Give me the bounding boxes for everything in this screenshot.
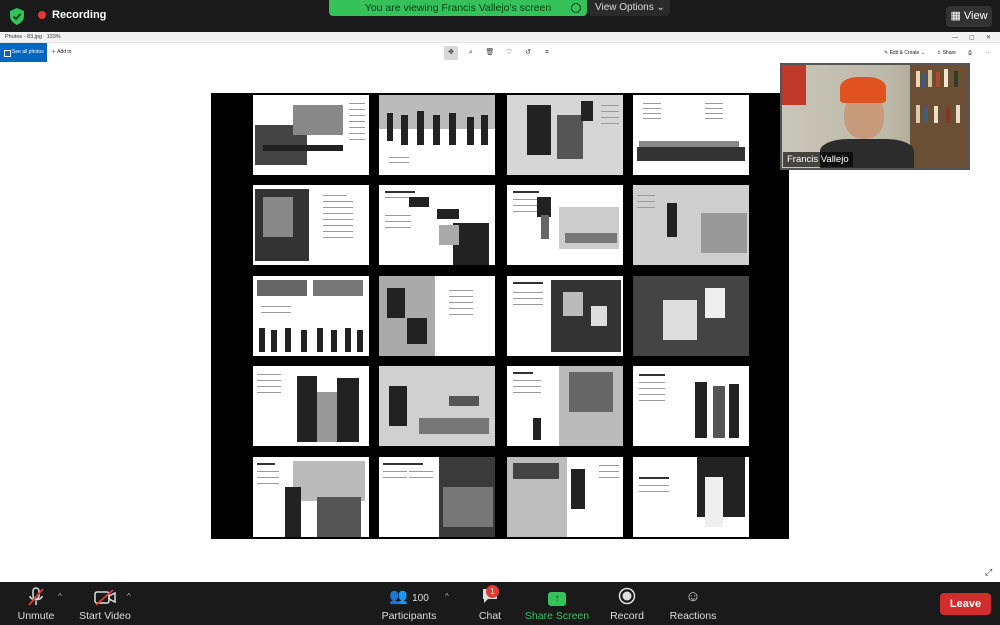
spread-thumbnail: [633, 95, 749, 175]
video-poster: [782, 65, 806, 105]
chevron-down-icon: ⌄: [919, 50, 925, 56]
magic-enhance-icon[interactable]: ✥: [444, 46, 458, 60]
view-button-label: View: [963, 10, 988, 22]
video-bookshelf: [910, 65, 968, 168]
spread-thumbnail: [379, 95, 495, 175]
zoom-top-bar: Recording You are viewing Francis Vallej…: [0, 0, 1000, 32]
participants-label: Participants: [381, 610, 437, 622]
unmute-button[interactable]: Unmute: [14, 587, 58, 622]
delete-icon[interactable]: 🗑: [483, 46, 497, 60]
participant-video-tile[interactable]: Francis Vallejo: [780, 63, 970, 170]
spread-thumbnail: [379, 457, 495, 537]
shield-icon[interactable]: [9, 8, 25, 25]
displayed-photo: [211, 93, 789, 539]
maximize-icon[interactable]: ▢: [969, 33, 975, 44]
spread-thumbnail: [633, 185, 749, 265]
view-button[interactable]: ▦ View: [946, 6, 992, 27]
see-all-photos-label: See all photos: [12, 49, 44, 55]
spread-thumbnail: [507, 276, 623, 356]
spread-thumbnail: [253, 276, 369, 356]
add-to-button[interactable]: ＋ Add to: [51, 43, 72, 62]
zoom-controls-bar: Unmute ^ Start Video ^ 👥 100 Participant…: [0, 582, 1000, 625]
spread-thumbnail: [253, 366, 369, 446]
chevron-down-icon: ⌄: [656, 2, 665, 13]
spread-thumbnail: [379, 366, 495, 446]
record-label: Record: [610, 610, 644, 622]
chat-button[interactable]: 1 Chat: [474, 585, 506, 622]
spread-thumbnail: [633, 276, 749, 356]
see-all-photos-button[interactable]: See all photos: [0, 43, 47, 62]
spread-thumbnail: [253, 95, 369, 175]
chat-bubble-icon: 1: [474, 585, 506, 607]
spread-thumbnail: [633, 366, 749, 446]
edit-create-button[interactable]: ✎ Edit & Create ⌄: [884, 46, 925, 60]
screen-share-banner: You are viewing Francis Vallejo's screen: [329, 0, 587, 16]
photos-title-bar: Photos - 83.jpg 133% — ▢ ✕: [0, 32, 1000, 43]
crop-icon[interactable]: ⌗: [540, 46, 554, 60]
record-button[interactable]: Record: [608, 587, 646, 622]
favorite-icon[interactable]: ♡: [502, 46, 516, 60]
view-options-label: View Options: [595, 2, 654, 13]
spread-thumbnail: [507, 185, 623, 265]
reactions-button[interactable]: ☺ Reactions: [666, 587, 720, 622]
audio-options-caret-icon[interactable]: ^: [58, 592, 62, 601]
unmute-label: Unmute: [17, 610, 55, 622]
participant-name-label: Francis Vallejo: [783, 152, 853, 167]
share-button[interactable]: ⇪ Share: [937, 46, 956, 60]
record-dot-icon: [38, 11, 46, 19]
chat-label: Chat: [478, 610, 502, 622]
participants-count: 100: [412, 593, 429, 604]
spread-thumbnail: [507, 457, 623, 537]
share-screen-button[interactable]: ↑ Share Screen: [524, 587, 590, 622]
add-to-label: Add to: [57, 49, 72, 55]
recording-indicator[interactable]: Recording: [38, 9, 106, 21]
spread-thumbnail: [379, 185, 495, 265]
share-banner-text: You are viewing Francis Vallejo's screen: [364, 2, 552, 14]
window-title: Photos - 83.jpg: [5, 34, 42, 40]
status-circle-icon: [571, 3, 581, 13]
grid-icon: ▦: [950, 10, 964, 22]
spread-thumbnail: [253, 185, 369, 265]
share-screen-label: Share Screen: [524, 610, 590, 622]
leave-button[interactable]: Leave: [940, 593, 991, 615]
rotate-icon[interactable]: ↺: [521, 46, 535, 60]
chat-unread-badge: 1: [486, 585, 499, 598]
smiley-icon: ☺: [685, 588, 701, 605]
start-video-label: Start Video: [79, 610, 131, 622]
participant-beanie: [840, 77, 886, 103]
participants-button[interactable]: 👥 100 Participants: [378, 587, 440, 622]
spread-thumbnail: [507, 95, 623, 175]
more-icon[interactable]: ⋯: [986, 46, 991, 60]
share-label: Share: [942, 50, 956, 56]
close-icon[interactable]: ✕: [986, 33, 991, 44]
spread-thumbnail: [633, 457, 749, 537]
start-video-button[interactable]: Start Video: [78, 587, 132, 622]
participants-icon: 👥 100: [389, 588, 429, 605]
zoom-level: 133%: [46, 34, 61, 40]
minimize-icon[interactable]: —: [952, 33, 958, 44]
edit-create-label: Edit & Create: [889, 50, 920, 56]
muted-microphone-icon: [14, 587, 58, 607]
spread-thumbnail: [507, 366, 623, 446]
spread-thumbnail: [379, 276, 495, 356]
reactions-label: Reactions: [669, 610, 717, 622]
spread-thumbnail: [253, 457, 369, 537]
expand-icon[interactable]: ⤢: [985, 567, 992, 578]
zoom-icon[interactable]: ⌕: [464, 46, 478, 60]
participants-options-caret-icon[interactable]: ^: [445, 592, 449, 601]
print-icon[interactable]: ⎙: [968, 46, 972, 60]
share-screen-icon: ↑: [524, 587, 590, 607]
video-options-caret-icon[interactable]: ^: [127, 592, 131, 601]
record-icon: [608, 587, 646, 607]
video-off-icon: [78, 587, 132, 607]
view-options-button[interactable]: View Options ⌄: [588, 0, 670, 16]
recording-label: Recording: [52, 9, 107, 21]
